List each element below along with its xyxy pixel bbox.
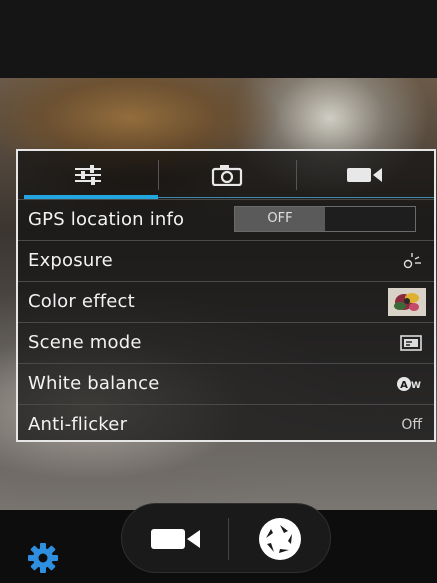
settings-tab-bar bbox=[18, 151, 434, 199]
setting-row-gps[interactable]: GPS location info OFF bbox=[18, 199, 434, 240]
scene-mode-label: Scene mode bbox=[28, 332, 142, 353]
camera-settings-panel: GPS location info OFF Exposure Color eff… bbox=[16, 149, 436, 442]
settings-button[interactable] bbox=[26, 541, 60, 575]
color-effect-thumbnail-icon bbox=[388, 288, 426, 320]
setting-row-anti-flicker[interactable]: Anti-flicker Off bbox=[18, 404, 434, 442]
aperture-shutter-icon bbox=[259, 518, 301, 560]
controls-divider bbox=[228, 518, 229, 560]
video-camera-icon bbox=[151, 529, 200, 549]
setting-row-white-balance[interactable]: White balance A W bbox=[18, 363, 434, 404]
tab-bar-baseline bbox=[158, 197, 434, 198]
auto-white-balance-icon: A W bbox=[396, 376, 422, 396]
svg-text:W: W bbox=[411, 381, 421, 391]
gps-label: GPS location info bbox=[28, 209, 185, 230]
setting-row-scene-mode[interactable]: Scene mode bbox=[18, 322, 434, 363]
capture-controls bbox=[121, 503, 331, 573]
tab-photo-settings[interactable] bbox=[158, 151, 296, 199]
tab-video-settings[interactable] bbox=[296, 151, 434, 199]
video-record-button[interactable] bbox=[144, 522, 208, 556]
exposure-icon bbox=[402, 253, 422, 275]
camera-icon bbox=[211, 165, 243, 186]
gear-icon bbox=[28, 543, 58, 573]
exposure-label: Exposure bbox=[28, 250, 113, 271]
gps-toggle[interactable]: OFF bbox=[234, 206, 416, 232]
tab-general-settings[interactable] bbox=[18, 151, 158, 199]
gps-toggle-state: OFF bbox=[235, 207, 325, 231]
video-camera-icon bbox=[347, 168, 382, 182]
status-bar-area bbox=[0, 0, 437, 78]
color-effect-label: Color effect bbox=[28, 291, 135, 312]
setting-row-color-effect[interactable]: Color effect bbox=[18, 281, 434, 322]
setting-row-exposure[interactable]: Exposure bbox=[18, 240, 434, 281]
shutter-button[interactable] bbox=[250, 516, 310, 562]
anti-flicker-value: Off bbox=[401, 417, 422, 433]
sliders-icon bbox=[75, 165, 101, 185]
white-balance-label: White balance bbox=[28, 373, 160, 394]
svg-text:A: A bbox=[400, 380, 408, 391]
anti-flicker-label: Anti-flicker bbox=[28, 414, 128, 435]
scene-mode-icon bbox=[400, 335, 422, 355]
